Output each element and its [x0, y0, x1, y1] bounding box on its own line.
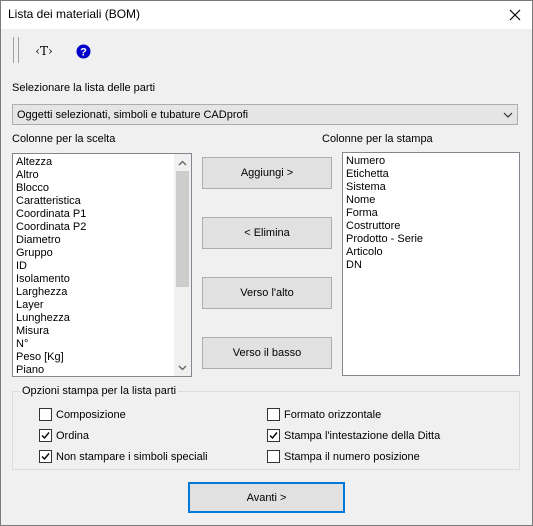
available-columns-label: Colonne per la scelta [12, 133, 116, 145]
list-item[interactable]: Peso [Kg] [13, 351, 191, 364]
window-title: Lista dei materiali (BOM) [8, 7, 141, 21]
check-icon [41, 432, 50, 440]
text-tool-icon[interactable]: ‹T› [34, 42, 54, 60]
toolbar-grip[interactable] [13, 37, 19, 63]
parts-list-label: Selezionare la lista delle parti [12, 82, 156, 94]
scroll-up-button[interactable] [174, 154, 191, 171]
list-item[interactable]: Costruttore [343, 220, 519, 233]
list-item[interactable]: Etichetta [343, 168, 519, 181]
next-button[interactable]: Avanti > [188, 482, 345, 513]
svg-text:?: ? [80, 46, 87, 58]
check-icon [41, 453, 50, 461]
title-bar: Lista dei materiali (BOM) [1, 1, 532, 29]
print-company-header-checkbox[interactable]: Stampa l'intestazione della Ditta [267, 429, 440, 442]
list-item[interactable]: Numero [343, 155, 519, 168]
print-position-number-checkbox[interactable]: Stampa il numero posizione [267, 450, 420, 463]
print-columns-list[interactable]: Numero Etichetta Sistema Nome Forma Cost… [342, 152, 520, 376]
close-icon [509, 9, 521, 21]
list-item[interactable]: Forma [343, 207, 519, 220]
checkbox-box [39, 408, 52, 421]
move-up-button[interactable]: Verso l'alto [202, 277, 332, 309]
list-item[interactable]: Prodotto - Serie [343, 233, 519, 246]
add-column-button[interactable]: Aggiungi > [202, 157, 332, 189]
list-item[interactable]: Coordinata P1 [13, 208, 191, 221]
checkbox-box [267, 429, 280, 442]
list-item[interactable]: Altro [13, 169, 191, 182]
help-icon[interactable]: ? [75, 42, 91, 60]
parts-list-select[interactable]: Oggetti selezionati, simboli e tubature … [12, 104, 518, 125]
available-columns-list[interactable]: Altezza Altro Blocco Caratteristica Coor… [12, 153, 192, 377]
checkbox-box [267, 450, 280, 463]
sort-checkbox[interactable]: Ordina [39, 429, 89, 442]
checkbox-label: Stampa l'intestazione della Ditta [284, 429, 441, 442]
checkbox-label: Formato orizzontale [284, 408, 382, 421]
list-item[interactable]: Isolamento [13, 273, 191, 286]
remove-column-button[interactable]: < Elimina [202, 217, 332, 249]
checkbox-label: Non stampare i simboli speciali [56, 450, 208, 463]
list-item[interactable]: Diametro [13, 234, 191, 247]
checkbox-box [39, 450, 52, 463]
list-scrollbar[interactable] [174, 154, 191, 376]
checkbox-label: Ordina [56, 429, 90, 442]
list-item[interactable]: Larghezza [13, 286, 191, 299]
list-item[interactable]: Sistema [343, 181, 519, 194]
checkbox-box [267, 408, 280, 421]
list-item[interactable]: DN [343, 259, 519, 272]
list-item[interactable]: Lunghezza [13, 312, 191, 325]
list-item[interactable]: Articolo [343, 246, 519, 259]
scroll-thumb[interactable] [176, 171, 189, 287]
list-item[interactable]: ID [13, 260, 191, 273]
list-item[interactable]: Blocco [13, 182, 191, 195]
move-down-button[interactable]: Verso il basso [202, 337, 332, 369]
list-item[interactable]: N° [13, 338, 191, 351]
horizontal-format-checkbox[interactable]: Formato orizzontale [267, 408, 381, 421]
list-item[interactable]: Gruppo [13, 247, 191, 260]
composition-checkbox[interactable]: Composizione [39, 408, 126, 421]
list-item[interactable]: Layer [13, 299, 191, 312]
close-button[interactable] [498, 1, 532, 29]
chevron-down-icon [178, 365, 187, 370]
list-item[interactable]: Nome [343, 194, 519, 207]
list-item[interactable]: Caratteristica [13, 195, 191, 208]
no-special-symbols-checkbox[interactable]: Non stampare i simboli speciali [39, 450, 208, 463]
checkbox-label: Stampa il numero posizione [284, 450, 420, 463]
print-options-title: Opzioni stampa per la lista parti [20, 385, 179, 397]
checkbox-box [39, 429, 52, 442]
scroll-down-button[interactable] [174, 359, 191, 376]
list-item[interactable]: Coordinata P2 [13, 221, 191, 234]
parts-list-selected-value: Oggetti selezionati, simboli e tubature … [17, 109, 249, 121]
list-item[interactable]: Altezza [13, 156, 191, 169]
print-columns-label: Colonne per la stampa [322, 133, 433, 145]
check-icon [269, 432, 278, 440]
checkbox-label: Composizione [56, 408, 126, 421]
chevron-up-icon [178, 160, 187, 165]
chevron-down-icon [503, 112, 513, 118]
list-item[interactable]: Piano [13, 364, 191, 377]
list-item[interactable]: Misura [13, 325, 191, 338]
